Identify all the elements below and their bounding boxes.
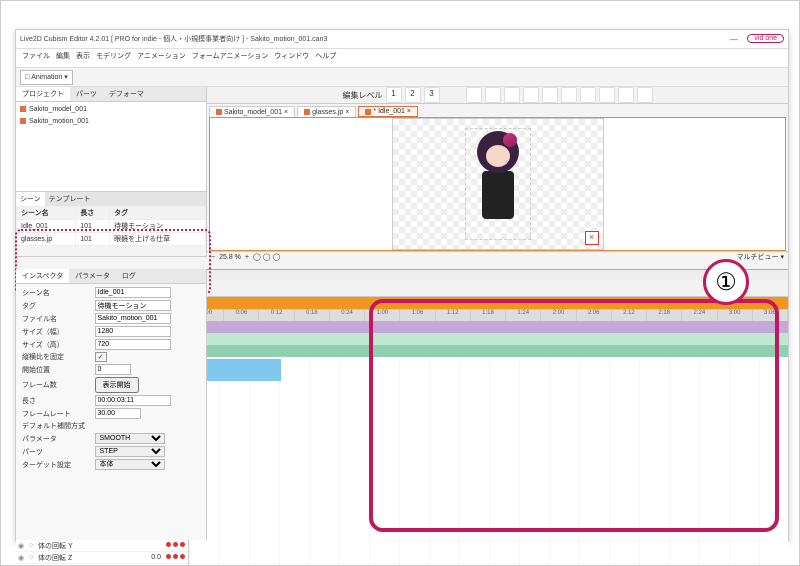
tab-deformer[interactable]: デフォーマ [103,87,150,101]
keyframe-dots[interactable] [163,542,188,549]
tool-icon[interactable] [542,87,558,103]
scene-name-field[interactable] [95,287,171,298]
length-field[interactable] [95,395,171,406]
tool-icon[interactable] [466,87,482,103]
width-field[interactable] [95,326,171,337]
keyframe-dots[interactable] [163,554,188,561]
tool-icon[interactable] [485,87,501,103]
tool-icon[interactable] [561,87,577,103]
zoom-value: 25.8 % [219,254,241,261]
menu-window[interactable]: ウィンドウ [274,51,309,65]
annotation-badge-1: ① [703,259,749,305]
timeline-ruler-top[interactable] [189,297,788,310]
close-icon[interactable]: × [407,108,411,115]
zoom-in-button[interactable]: + [245,254,249,261]
paramint-select[interactable]: SMOOTH [95,433,165,444]
project-item[interactable]: Sakito_model_001 [20,104,202,116]
tab-log[interactable]: ログ [116,269,142,283]
tab-project[interactable]: プロジェクト [16,87,70,101]
table-row[interactable]: Idle_001101待機モーション [17,220,206,233]
menu-animation[interactable]: アニメーション [137,51,186,65]
menu-bar: ファイル 編集 表示 モデリング アニメーション フォームアニメーション ウィン… [16,49,788,68]
canvas-tab[interactable]: Sakito_model_001× [209,106,295,117]
scene-table: シーン名長さタグ Idle_001101待機モーション glasses.jp10… [16,206,206,246]
menu-help[interactable]: ヘルプ [315,51,336,65]
canvas[interactable]: × [209,117,786,251]
project-item[interactable]: Sakito_motion_001 [20,116,202,128]
level-2-button[interactable]: 2 [405,87,421,103]
character-preview[interactable] [465,128,531,240]
vidone-button[interactable]: vid one [747,34,784,43]
tab-scene[interactable]: シーン [16,192,45,206]
tool-icon[interactable] [618,87,634,103]
menu-view[interactable]: 表示 [76,51,90,65]
mode-selector[interactable]: □ Animation ▾ [20,70,73,85]
tag-field[interactable] [95,300,171,311]
tool-icon[interactable] [504,87,520,103]
lock-toggle[interactable]: ○ [26,542,36,549]
character-head [477,131,519,173]
visibility-toggle[interactable]: ◉ [16,542,26,550]
project-list: Sakito_model_001 Sakito_motion_001 [16,102,206,191]
tab-template[interactable]: テンプレート [45,192,95,206]
framelen-button[interactable]: 表示開始 [95,377,139,393]
menu-edit[interactable]: 編集 [56,51,70,65]
chevron-down-icon: ▾ [64,73,68,81]
level-1-button[interactable]: 1 [386,87,402,103]
tab-parameter[interactable]: パラメータ [69,269,116,283]
aspect-checkbox[interactable]: ✓ [95,352,107,362]
tab-inspector[interactable]: インスペクタ [16,269,69,283]
zoom-out-button[interactable]: − [211,254,215,261]
startpos-field[interactable] [95,364,131,375]
table-row[interactable]: glasses.jp101眼鏡を上げる仕草 [17,233,206,246]
framerate-field[interactable] [95,408,141,419]
canvas-tab[interactable]: glasses.jp× [297,106,356,117]
multiview-selector[interactable]: マルチビュー ▾ [737,252,784,262]
partsint-select[interactable]: STEP [95,446,165,457]
file-field[interactable] [95,313,171,324]
menu-file[interactable]: ファイル [22,51,50,65]
lock-toggle[interactable]: ○ [26,554,36,561]
track-row[interactable]: ◉○体の回転 Y [16,540,188,552]
track-row[interactable]: ◉○体の回転 Z0.0 [16,552,188,564]
minimize-button[interactable]: — [724,35,744,44]
timeline-grid[interactable] [189,321,788,566]
visibility-toggle[interactable]: ◉ [16,554,26,562]
menu-formanim[interactable]: フォームアニメーション [192,51,269,65]
window-title: Live2D Cubism Editor 4.2.01 [ PRO for in… [20,34,724,44]
level-3-button[interactable]: 3 [424,87,440,103]
tool-icon[interactable] [523,87,539,103]
tool-icon[interactable] [599,87,615,103]
tool-icon[interactable] [637,87,653,103]
tool-icon[interactable] [580,87,596,103]
character-body [482,171,514,219]
close-icon[interactable]: × [345,109,349,116]
delete-button[interactable]: × [585,231,599,245]
close-icon[interactable]: × [284,109,288,116]
canvas-tab[interactable]: *Idle_001× [358,106,418,117]
height-field[interactable] [95,339,171,350]
target-select[interactable]: 本体 [95,459,165,470]
file-icon [216,109,222,115]
menu-modeling[interactable]: モデリング [96,51,131,65]
tab-parts[interactable]: パーツ [70,87,103,101]
file-icon [304,109,310,115]
mode-icon: □ [25,74,29,81]
file-icon [365,109,371,115]
canvas-toolbar: 編集レベル 1 2 3 [207,87,788,104]
